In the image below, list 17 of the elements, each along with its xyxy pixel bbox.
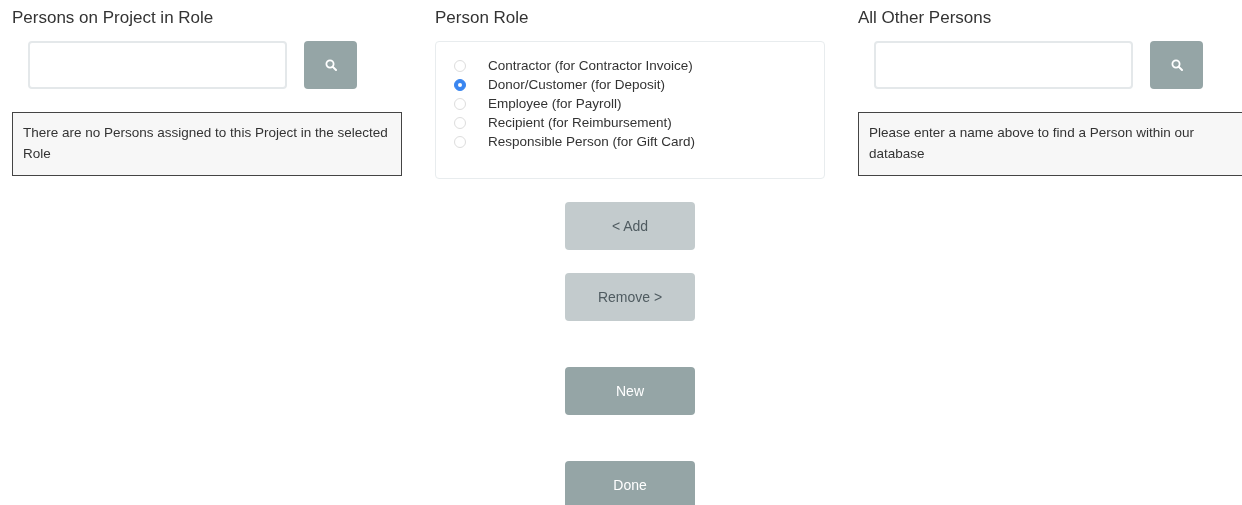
- search-field[interactable]: [874, 41, 1133, 89]
- search-field[interactable]: [28, 41, 287, 89]
- role-option[interactable]: Contractor (for Contractor Invoice): [454, 56, 824, 75]
- panel-title: Person Role: [435, 8, 530, 29]
- role-option[interactable]: Responsible Person (for Gift Card): [454, 132, 824, 151]
- panel-title: All Other Persons: [858, 8, 993, 29]
- info-message: Please enter a name above to find a Person within our database: [858, 112, 1242, 176]
- panel-title: Persons on Project in Role: [12, 8, 215, 29]
- search-icon: [1170, 59, 1183, 71]
- radio-button[interactable]: [454, 78, 466, 91]
- search-button[interactable]: [304, 41, 357, 89]
- role-option[interactable]: Donor/Customer (for Deposit): [454, 75, 824, 94]
- role-option[interactable]: Recipient (for Reimbursement): [454, 113, 824, 132]
- search-icon: [324, 59, 337, 71]
- search-button[interactable]: [1150, 41, 1203, 89]
- role-option[interactable]: Employee (for Payroll): [454, 94, 824, 113]
- info-message: There are no Persons assigned to this Project in the selected Role: [12, 112, 402, 176]
